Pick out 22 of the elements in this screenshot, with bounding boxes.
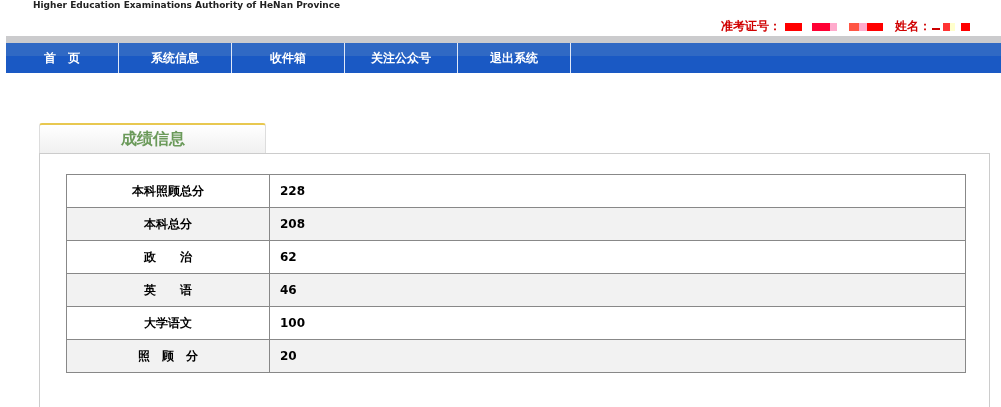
nav-link[interactable]: 首 页	[6, 43, 119, 73]
site-subtitle: Higher Education Examinations Authority of HeNan Province	[33, 0, 342, 10]
subject-cell: 大学语文	[66, 306, 270, 340]
score-cell: 228	[269, 174, 966, 208]
subject-cell: 本科总分	[66, 207, 270, 241]
subject-cell: 英 语	[66, 273, 270, 307]
nav-link[interactable]: 关注公众号	[345, 43, 458, 73]
name-label: 姓名：	[895, 18, 931, 35]
subject-cell: 本科照顾总分	[66, 174, 270, 208]
redaction-mark	[931, 21, 971, 32]
nav-link[interactable]: 退出系统	[458, 43, 571, 73]
exam-id-label: 准考证号：	[721, 18, 781, 35]
nav-link[interactable]: 系统信息	[119, 43, 232, 73]
subject-cell: 照 顾 分	[66, 339, 270, 373]
nav-link[interactable]: 收件箱	[232, 43, 345, 73]
score-cell: 100	[269, 306, 966, 340]
score-cell: 208	[269, 207, 966, 241]
score-cell: 62	[269, 240, 966, 274]
score-cell: 46	[269, 273, 966, 307]
section-title: 成绩信息	[120, 128, 185, 150]
score-cell: 20	[269, 339, 966, 373]
subject-cell: 政 治	[66, 240, 270, 274]
